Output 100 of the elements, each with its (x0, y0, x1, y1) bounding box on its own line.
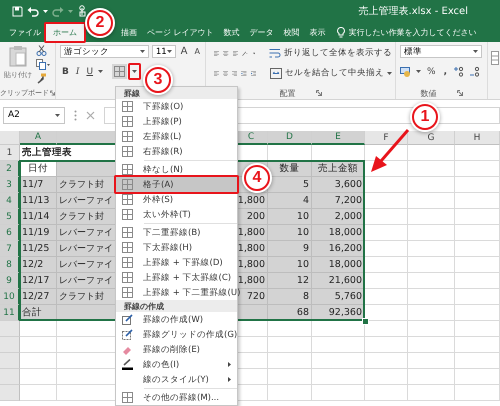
caret-icon[interactable] (55, 114, 60, 116)
grow-font-button[interactable]: A (178, 46, 190, 57)
percent-button[interactable]: % (425, 66, 438, 76)
group-label: 数値 (420, 88, 436, 98)
table-cell (408, 273, 455, 289)
bold-button[interactable]: B (60, 66, 71, 76)
table-cell (408, 369, 455, 385)
row-header[interactable]: 8 (0, 257, 20, 273)
save-icon[interactable] (12, 6, 23, 16)
row-header[interactable]: 9 (0, 273, 20, 289)
ribbon-tab[interactable]: 数式 (218, 22, 245, 42)
menu-item[interactable]: 下二重罫線(B) (116, 225, 237, 240)
borders-icon (122, 287, 133, 298)
row-header[interactable]: 7 (0, 241, 20, 257)
table-cell (408, 241, 455, 257)
ribbon-tab[interactable]: データ (244, 22, 279, 42)
menu-item[interactable]: 太い外枠(T) (116, 207, 237, 222)
menu-item[interactable]: 上罫線 + 下太罫線(C) (116, 270, 237, 285)
comma-button[interactable]: , (442, 66, 449, 76)
dialog-launcher-icon[interactable] (50, 90, 55, 96)
menu-item[interactable]: 下太罫線(H) (116, 240, 237, 255)
menu-item[interactable]: 上罫線 + 下罫線(D) (116, 255, 237, 270)
menu-item[interactable]: 右罫線(R) (116, 144, 237, 159)
column-header[interactable]: H (455, 131, 500, 145)
table-cell (268, 337, 312, 353)
underline-button[interactable]: U (84, 66, 96, 76)
caret-icon[interactable] (386, 72, 392, 74)
column-header[interactable]: C (235, 131, 268, 145)
decrease-decimal-icon[interactable] (468, 66, 481, 77)
row-header[interactable]: 3 (0, 177, 20, 193)
merge-center-button[interactable]: セルを結合して中央揃え (270, 67, 392, 79)
column-header[interactable]: E (312, 131, 365, 145)
menu-item[interactable]: 格子(A) (116, 177, 237, 192)
font-name-field[interactable]: 游ゴシック (60, 45, 149, 58)
menu-item[interactable]: 線のスタイル(Y) (116, 372, 237, 387)
borders-icon (122, 179, 133, 190)
touch-icon[interactable] (77, 5, 88, 17)
currency-icon[interactable] (400, 66, 412, 77)
table-cell (408, 289, 455, 305)
number-format-field[interactable]: 標準 (400, 45, 482, 58)
menu-item[interactable]: 罫線の作成(W) (116, 312, 237, 327)
menu-item[interactable]: 線の色(I) (116, 357, 237, 372)
scissors-icon[interactable] (36, 45, 47, 56)
table-cell (408, 225, 455, 241)
table-cell (408, 145, 455, 161)
row-header[interactable]: 2 (0, 161, 20, 177)
ribbon-tab[interactable]: ホーム (46, 24, 84, 41)
menu-item[interactable]: 外枠(S) (116, 192, 237, 207)
cancel-icon[interactable] (86, 110, 95, 120)
menu-item[interactable]: その他の罫線(M)... (116, 390, 237, 405)
borders-icon (122, 101, 133, 112)
ribbon-tab[interactable]: 校閲 (278, 22, 305, 42)
column-header[interactable]: D (268, 131, 312, 145)
shrink-font-button[interactable]: A (192, 47, 202, 56)
menu-item[interactable]: 罫線グリッドの作成(G) (116, 327, 237, 342)
table-cell (455, 257, 500, 273)
ribbon-tab[interactable]: 表示 (304, 22, 331, 42)
row-header[interactable]: 6 (0, 225, 20, 241)
row-header[interactable]: 10 (0, 289, 20, 305)
row-header[interactable]: 1 (0, 145, 20, 161)
format-painter-icon[interactable] (36, 73, 47, 84)
name-box[interactable]: A2 (3, 106, 65, 124)
row-header[interactable]: 4 (0, 193, 20, 209)
column-header[interactable]: G (408, 131, 455, 145)
caret-icon[interactable] (473, 50, 478, 53)
copy-icon[interactable] (36, 59, 50, 70)
ribbon-tab[interactable]: ファイル (4, 22, 46, 42)
caret-icon[interactable] (252, 52, 255, 54)
menu-item[interactable]: 下罫線(O) (116, 99, 237, 114)
table-cell: 9 (268, 241, 312, 257)
italic-button[interactable]: I (74, 66, 82, 76)
fill-handle[interactable] (362, 318, 369, 325)
tell-me-field[interactable]: 実行したい作業を入力してください (336, 22, 500, 42)
redo-icon[interactable] (52, 6, 64, 16)
borders-button[interactable] (112, 64, 128, 79)
caret-icon[interactable] (132, 70, 138, 73)
font-size-field[interactable]: 11 (152, 45, 176, 58)
menu-item[interactable]: 上罫線(P) (116, 114, 237, 129)
conditional-format-icon[interactable] (491, 51, 499, 65)
borders-icon (122, 131, 133, 142)
column-header[interactable]: A (20, 131, 57, 145)
caret-icon[interactable] (43, 10, 48, 12)
ribbon-tab[interactable]: 描画 (116, 22, 142, 42)
caret-icon[interactable] (166, 50, 172, 53)
dialog-launcher-icon[interactable] (316, 90, 322, 96)
menu-item[interactable]: 罫線の削除(E) (116, 342, 237, 357)
ribbon-tab[interactable]: ページ レイアウト (142, 22, 219, 42)
wrap-text-button[interactable]: 折り返して全体を表示する (268, 47, 392, 59)
menu-item[interactable]: 枠なし(N) (116, 162, 237, 177)
caret-icon[interactable] (98, 70, 104, 73)
row-header[interactable]: 5 (0, 209, 20, 225)
borders-icon (122, 242, 133, 253)
caret-icon[interactable] (140, 50, 145, 53)
increase-decimal-icon[interactable] (452, 66, 465, 77)
row-header[interactable]: 11 (0, 305, 20, 321)
caret-icon[interactable] (416, 70, 421, 73)
dialog-launcher-icon[interactable] (456, 90, 462, 96)
column-header[interactable]: F (365, 131, 408, 145)
menu-item[interactable]: 左罫線(L) (116, 129, 237, 144)
undo-icon[interactable] (27, 6, 39, 16)
